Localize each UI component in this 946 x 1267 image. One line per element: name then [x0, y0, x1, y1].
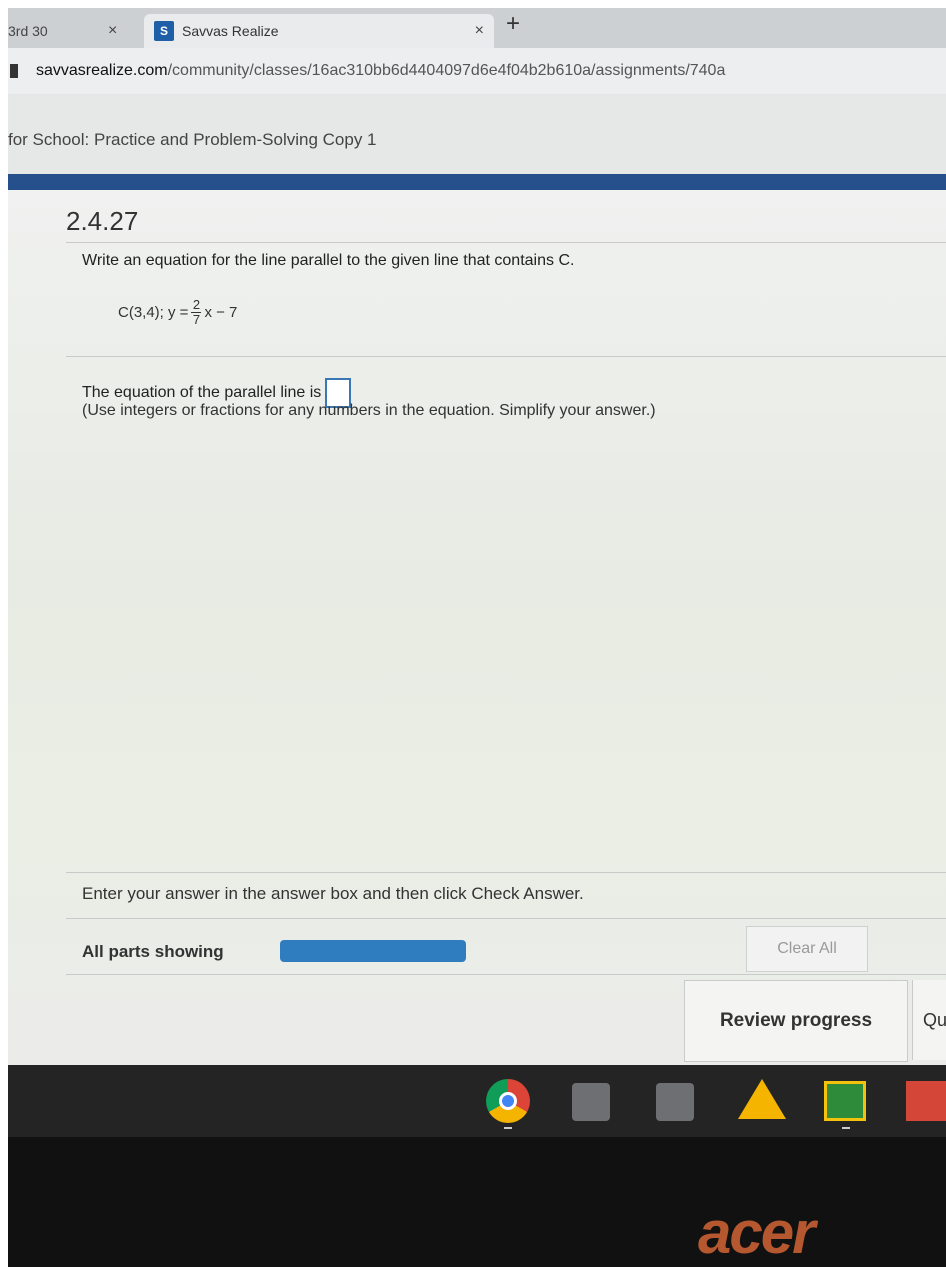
gmail-icon[interactable]: [906, 1081, 946, 1121]
divider: [66, 918, 946, 919]
close-icon[interactable]: ×: [108, 22, 117, 40]
answer-label: The equation of the parallel line is: [82, 384, 322, 401]
clear-all-button[interactable]: Clear All: [746, 926, 868, 972]
divider: [66, 242, 946, 243]
equation-lhs: y =: [168, 304, 189, 321]
question-number: 2.4.27: [66, 206, 139, 236]
screen: 3rd 30 × S Savvas Realize × + savvasreal…: [8, 8, 946, 1267]
tab-savvas-realize[interactable]: S Savvas Realize ×: [144, 14, 494, 48]
divider: [66, 356, 946, 357]
tab-previous[interactable]: 3rd 30 ×: [8, 14, 138, 48]
instruction-text: Enter your answer in the answer box and …: [82, 884, 584, 903]
url-path: /community/classes/16ac310bb6d4404097d6e…: [167, 62, 726, 79]
next-button-partial[interactable]: Qu: [912, 980, 946, 1060]
divider: [66, 872, 946, 873]
app-icon[interactable]: [572, 1083, 610, 1121]
divider: [66, 974, 946, 975]
given-equation: C(3,4); y = 2 7 x − 7: [118, 298, 237, 327]
tab-label: 3rd 30: [8, 23, 48, 39]
parts-label: All parts showing: [82, 942, 224, 961]
savvas-logo-icon: S: [154, 21, 174, 41]
url-text: savvasrealize.com/community/classes/16ac…: [36, 62, 725, 80]
acer-logo: acer: [698, 1199, 815, 1266]
os-taskbar: [8, 1065, 946, 1137]
assignment-title: for School: Practice and Problem-Solving…: [8, 130, 377, 149]
fraction: 2 7: [191, 297, 202, 327]
google-drive-icon[interactable]: [738, 1079, 786, 1119]
header-accent-bar: [8, 174, 946, 190]
denominator: 7: [192, 312, 201, 327]
numerator: 2: [192, 297, 201, 312]
google-classroom-icon[interactable]: [824, 1081, 866, 1121]
question-panel: 2.4.27 Write an equation for the line pa…: [8, 190, 946, 1065]
answer-hint: (Use integers or fractions for any numbe…: [82, 402, 656, 419]
lock-icon: [10, 64, 18, 78]
running-indicator: [842, 1127, 850, 1129]
url-domain: savvasrealize.com: [36, 62, 168, 79]
chrome-icon[interactable]: [486, 1079, 530, 1123]
app-header: for School: Practice and Problem-Solving…: [8, 94, 946, 174]
point-label: C(3,4);: [118, 304, 164, 321]
parts-progress-bar: [280, 940, 466, 962]
address-bar[interactable]: savvasrealize.com/community/classes/16ac…: [8, 48, 946, 94]
running-indicator: [504, 1127, 512, 1129]
equation-rest: x − 7: [204, 304, 238, 321]
close-icon[interactable]: ×: [475, 22, 484, 40]
question-prompt: Write an equation for the line parallel …: [82, 252, 575, 269]
app-icon[interactable]: [656, 1083, 694, 1121]
new-tab-button[interactable]: +: [506, 10, 520, 38]
tab-label: Savvas Realize: [182, 23, 279, 39]
review-progress-button[interactable]: Review progress: [684, 980, 908, 1062]
tab-bar: 3rd 30 × S Savvas Realize × +: [8, 8, 946, 48]
